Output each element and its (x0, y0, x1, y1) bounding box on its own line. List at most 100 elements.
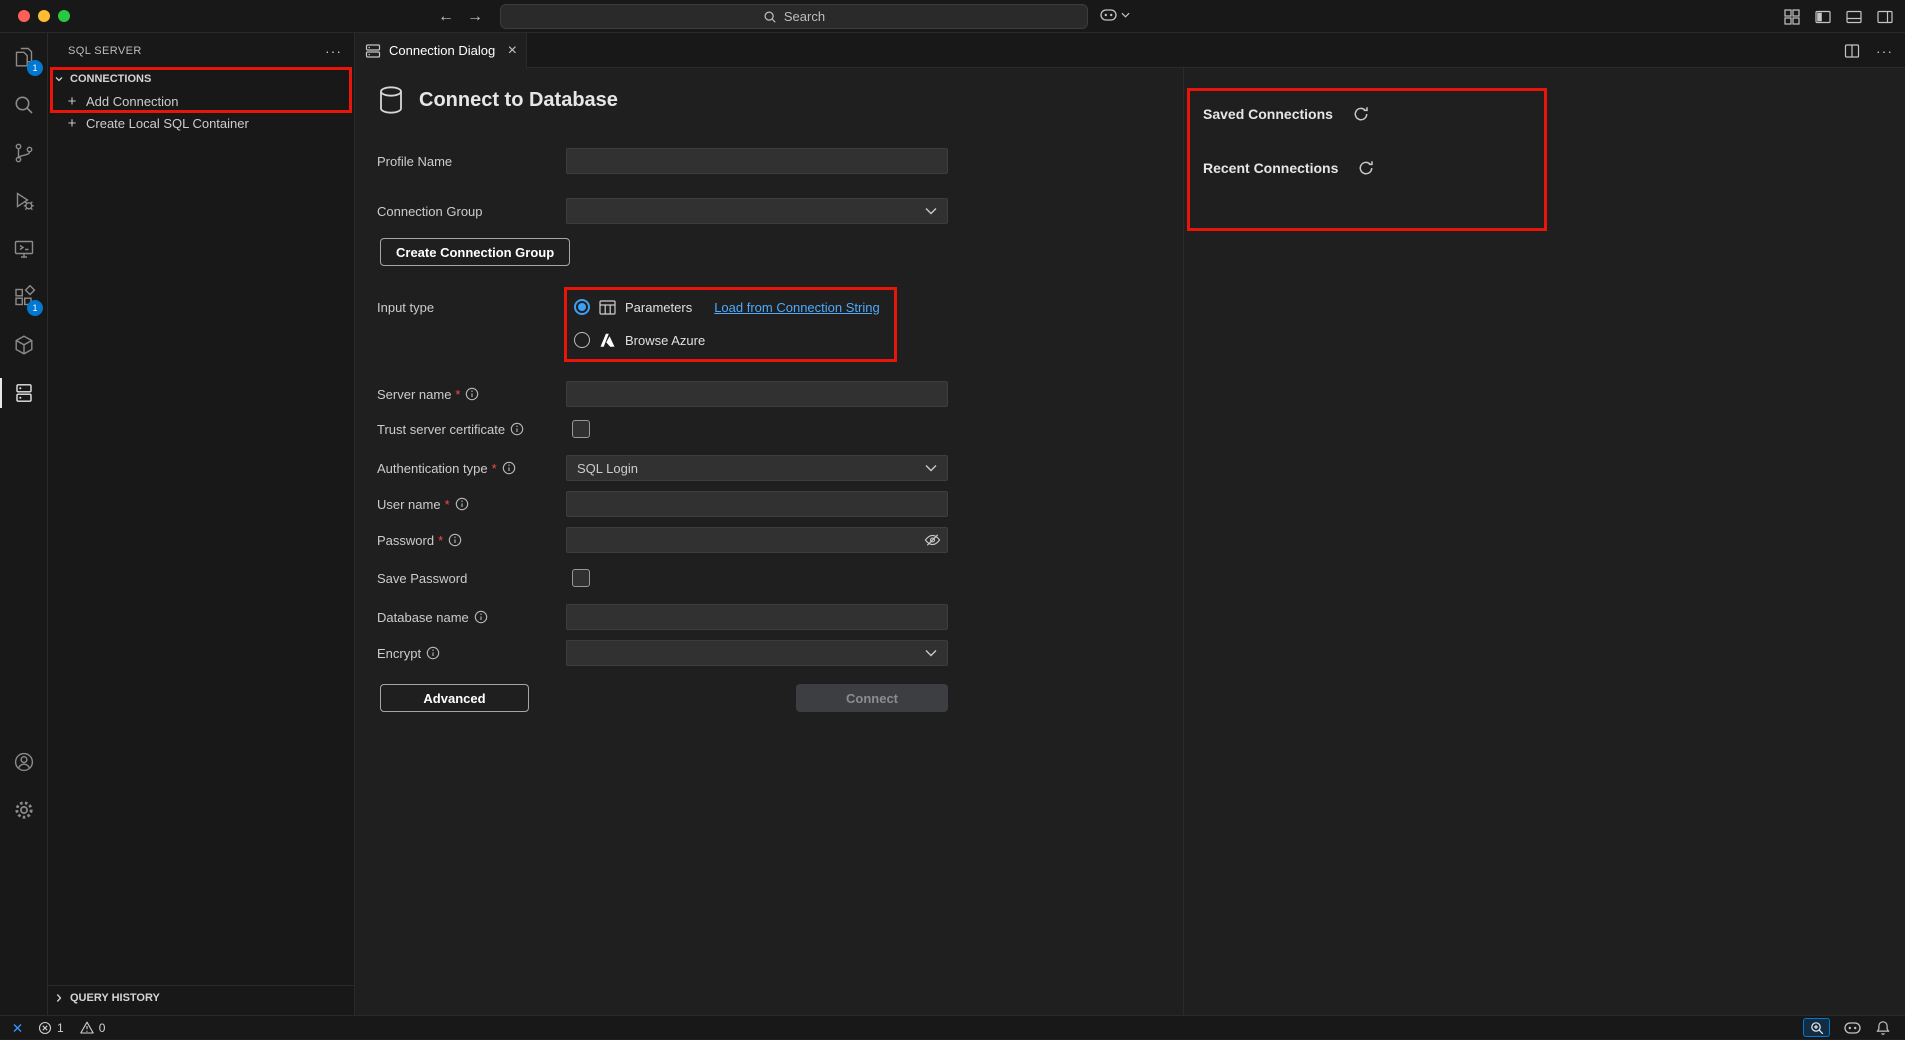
advanced-button[interactable]: Advanced (380, 684, 529, 712)
encrypt-row: Encrypt (377, 640, 948, 666)
chevron-down-icon (925, 464, 937, 472)
database-icon (377, 85, 405, 115)
connection-dialog-tab-icon (365, 43, 381, 59)
connections-section-label: CONNECTIONS (70, 73, 151, 85)
settings-button[interactable] (0, 786, 48, 834)
tab-connection-dialog[interactable]: Connection Dialog × (355, 33, 527, 68)
profile-name-row: Profile Name (377, 148, 948, 174)
add-connection-item[interactable]: + Add Connection (48, 90, 354, 112)
info-icon (502, 461, 516, 475)
save-password-checkbox[interactable] (572, 569, 590, 587)
refresh-icon[interactable] (1353, 106, 1369, 122)
query-history-section-header[interactable]: QUERY HISTORY (48, 985, 354, 1009)
more-actions-icon[interactable]: ··· (1876, 43, 1893, 59)
maximize-window-button[interactable] (58, 10, 70, 22)
primary-sidebar: SQL SERVER ··· CONNECTIONS + Add Connect… (48, 33, 355, 1015)
encrypt-label: Encrypt (377, 646, 421, 661)
eye-off-icon[interactable] (924, 533, 941, 547)
create-local-sql-container-item[interactable]: + Create Local SQL Container (48, 112, 354, 134)
sql-server-icon (12, 381, 36, 405)
traffic-lights (18, 10, 70, 22)
connection-group-select[interactable] (566, 198, 948, 224)
copilot-icon (1099, 7, 1118, 23)
browse-azure-option-row: Browse Azure (574, 329, 705, 351)
parameters-radio[interactable] (574, 299, 590, 315)
sidebar-item-extensions[interactable]: 1 (0, 273, 48, 321)
server-name-label: Server name (377, 387, 451, 402)
encrypt-select[interactable] (566, 640, 948, 666)
accounts-icon (12, 750, 36, 774)
search-label: Search (784, 9, 825, 24)
recent-connections-section: Recent Connections (1203, 160, 1374, 176)
zoom-button[interactable] (1803, 1018, 1830, 1037)
zoom-in-icon (1810, 1021, 1824, 1035)
remote-indicator-icon[interactable] (0, 1016, 34, 1040)
more-actions-icon[interactable]: ··· (325, 43, 342, 59)
problems-status[interactable]: 1 0 (34, 1021, 105, 1035)
warning-icon (80, 1021, 94, 1034)
minimize-window-button[interactable] (38, 10, 50, 22)
save-password-row: Save Password (377, 569, 590, 587)
sidebar-item-run-debug[interactable] (0, 177, 48, 225)
server-name-input[interactable] (566, 381, 948, 407)
sidebar-item-explorer[interactable]: 1 (0, 33, 48, 81)
trust-certificate-checkbox[interactable] (572, 420, 590, 438)
user-name-input[interactable] (566, 491, 948, 517)
tab-bar: Connection Dialog × (355, 33, 1905, 68)
command-center-search[interactable]: Search (500, 4, 1088, 29)
authentication-type-value: SQL Login (577, 461, 638, 476)
user-name-label: User name (377, 497, 441, 512)
info-icon (474, 610, 488, 624)
close-icon[interactable]: × (508, 43, 517, 59)
accounts-button[interactable] (0, 738, 48, 786)
sidebar-item-containers[interactable] (0, 321, 48, 369)
forward-icon[interactable]: → (467, 8, 483, 26)
copilot-status-icon[interactable] (1843, 1020, 1862, 1036)
add-connection-label: Add Connection (86, 94, 179, 109)
customize-layout-icon[interactable] (1784, 9, 1800, 25)
remote-explorer-icon (12, 237, 36, 261)
tab-label: Connection Dialog (389, 43, 500, 58)
toggle-panel-icon[interactable] (1846, 9, 1862, 25)
database-name-input[interactable] (566, 604, 948, 630)
required-marker: * (492, 461, 497, 476)
back-icon[interactable]: ← (438, 8, 454, 26)
vscode-window: ← → Search 1 (0, 0, 1905, 1039)
load-connection-string-link[interactable]: Load from Connection String (714, 300, 879, 315)
plus-icon: + (65, 116, 79, 131)
browse-azure-radio[interactable] (574, 332, 590, 348)
dialog-title: Connect to Database (419, 89, 618, 112)
split-editor-icon[interactable] (1844, 43, 1860, 59)
sidebar-item-source-control[interactable] (0, 129, 48, 177)
toggle-secondary-sidebar-icon[interactable] (1877, 9, 1893, 25)
connections-section-header[interactable]: CONNECTIONS (48, 68, 354, 90)
table-icon (599, 300, 616, 315)
authentication-type-label: Authentication type (377, 461, 488, 476)
close-window-button[interactable] (18, 10, 30, 22)
chevron-right-icon (51, 990, 67, 1006)
toggle-primary-sidebar-icon[interactable] (1815, 9, 1831, 25)
input-type-row: Input type (377, 296, 566, 318)
bell-icon[interactable] (1875, 1020, 1891, 1036)
extensions-badge: 1 (27, 300, 43, 316)
activity-bar: 1 1 (0, 33, 48, 1015)
copilot-menu[interactable] (1099, 7, 1130, 23)
warning-count: 0 (99, 1021, 106, 1035)
save-password-label: Save Password (377, 571, 467, 586)
database-name-label: Database name (377, 610, 469, 625)
saved-connections-section: Saved Connections (1203, 106, 1369, 122)
trust-certificate-label: Trust server certificate (377, 422, 505, 437)
create-connection-group-button[interactable]: Create Connection Group (380, 238, 570, 266)
connect-button[interactable]: Connect (796, 684, 948, 712)
sidebar-item-search[interactable] (0, 81, 48, 129)
sidebar-item-sql-server[interactable] (0, 369, 48, 417)
authentication-type-select[interactable]: SQL Login (566, 455, 948, 481)
sidebar-item-remote-explorer[interactable] (0, 225, 48, 273)
info-icon (426, 646, 440, 660)
explorer-badge: 1 (27, 60, 43, 76)
container-cube-icon (12, 333, 36, 357)
chevron-down-icon (1121, 12, 1130, 18)
refresh-icon[interactable] (1358, 160, 1374, 176)
password-input[interactable] (566, 527, 948, 553)
profile-name-input[interactable] (566, 148, 948, 174)
